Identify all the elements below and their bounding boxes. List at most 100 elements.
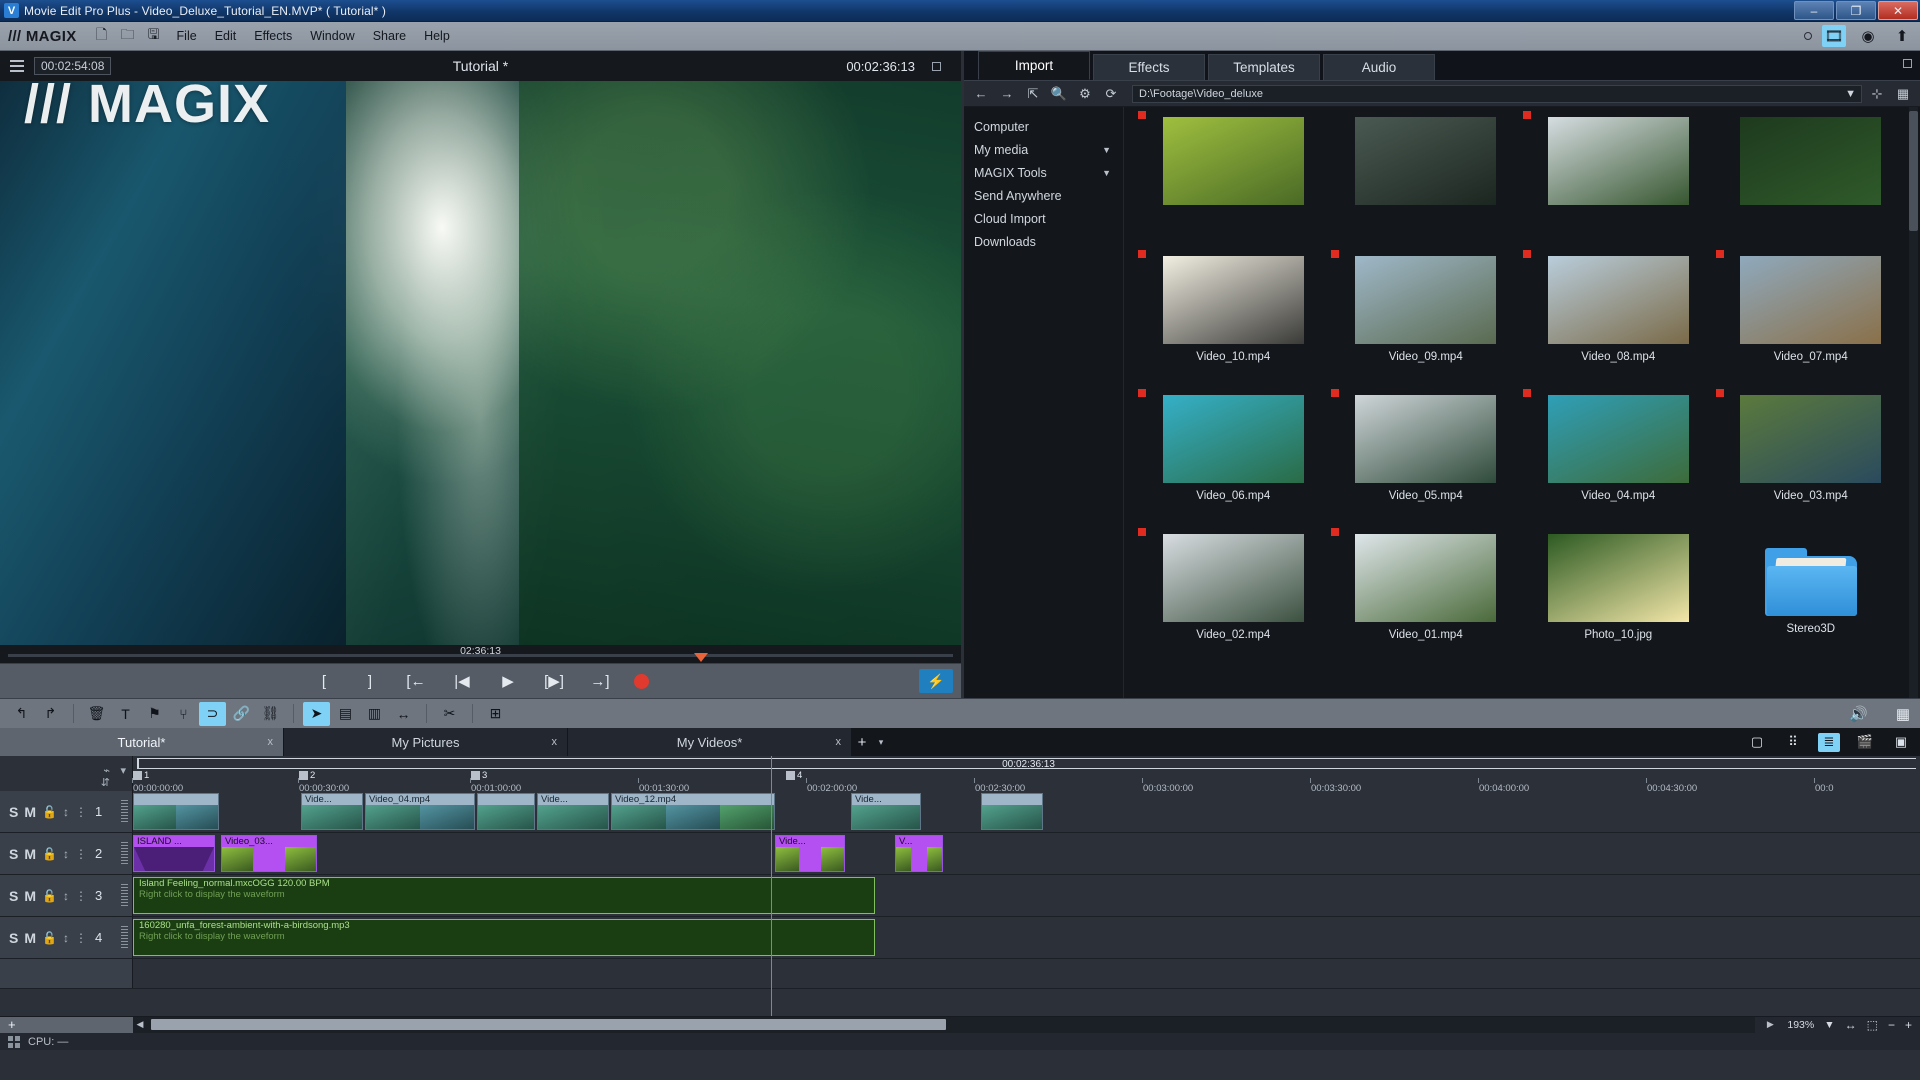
media-item[interactable]: Video_09.mp4 [1331,256,1522,391]
track-lane-3[interactable]: Island Feeling_normal.mxcOGG 120.00 BPMR… [133,875,1920,916]
tab-audio[interactable]: Audio [1323,54,1435,80]
menu-window[interactable]: Window [301,26,363,46]
fade-arrows-icon[interactable]: ⋮ [75,805,87,819]
fade-arrows-icon[interactable]: ⋮ [75,889,87,903]
mouse-select-tool[interactable]: ➤ [303,702,330,726]
export-upload-icon[interactable]: ⬆ [1890,25,1914,47]
track-solo-button[interactable]: S [9,930,18,946]
jump-to-start-button[interactable]: [← [404,670,428,692]
grid-view-icon[interactable]: ▦ [1892,84,1914,104]
insert-mode-icon[interactable]: ⇵ [101,776,110,789]
close-button[interactable]: ✕ [1878,1,1918,20]
back-arrow-icon[interactable]: ← [970,84,992,104]
media-item[interactable]: Video_07.mp4 [1716,256,1907,391]
record-dot-icon[interactable] [1804,32,1812,40]
video-clip[interactable]: Vide... [301,793,363,830]
media-item[interactable] [1523,117,1714,252]
track-lane-1[interactable]: Vide...Video_04.mp4Vide...Video_12.mp4Vi… [133,791,1920,832]
video-clip[interactable] [981,793,1043,830]
new-project-tab-button[interactable]: + [852,728,872,756]
media-pool-scroll-thumb[interactable] [1909,111,1918,231]
link-button[interactable]: 🔗 [228,702,255,726]
media-item[interactable]: Stereo3D [1716,534,1907,669]
sidebar-item-computer[interactable]: Computer [964,115,1123,138]
chevron-down-icon[interactable]: ▼ [1845,88,1856,100]
add-track-button[interactable]: ⊞ [482,702,509,726]
multicam-view-button[interactable]: 🎬 [1854,733,1876,752]
timeline-track-4[interactable]: SM🔓↕⋮4160280_unfa_forest-ambient-with-a-… [0,917,1920,959]
search-icon[interactable]: 🔍 [1048,84,1070,104]
close-icon[interactable]: x [268,736,274,748]
timeline-track-3[interactable]: SM🔓↕⋮3Island Feeling_normal.mxcOGG 120.0… [0,875,1920,917]
monitor-position-timecode[interactable]: 00:02:54:08 [34,57,111,75]
close-icon[interactable]: x [552,736,558,748]
overlay-clip[interactable]: Vide... [775,835,845,872]
project-tab-tutorial[interactable]: Tutorial* x [0,728,284,756]
scrollbar-thumb[interactable] [151,1019,946,1030]
zoom-out-button[interactable]: − [1888,1018,1895,1032]
zoom-level-value[interactable]: 193% [1787,1019,1814,1031]
media-item[interactable]: Video_10.mp4 [1138,256,1329,391]
video-clip[interactable]: Video_04.mp4 [365,793,475,830]
overlay-clip[interactable]: Video_03... [221,835,317,872]
cut-scissors-button[interactable]: ✂ [436,702,463,726]
open-folder-icon[interactable]: 🗀 [115,25,141,47]
storyboard-view-button[interactable]: ▢ [1746,733,1768,752]
fit-width-icon[interactable]: ↔ [1845,1018,1857,1032]
mixer-grid-icon[interactable]: ▦ [1896,705,1910,723]
media-item[interactable] [1138,117,1329,252]
zoom-selection-icon[interactable]: ⬚ [1867,1018,1878,1032]
track-lane-5[interactable] [133,959,1920,988]
track-solo-button[interactable]: S [9,846,18,862]
forward-arrow-icon[interactable]: → [996,84,1018,104]
lock-icon[interactable]: 🔓 [42,847,57,861]
audio-clip[interactable]: Island Feeling_normal.mxcOGG 120.00 BPMR… [133,877,875,914]
sidebar-item-send-anywhere[interactable]: Send Anywhere [964,184,1123,207]
fullscreen-view-button[interactable]: ▣ [1890,733,1912,752]
project-tab-my-pictures[interactable]: My Pictures x [284,728,568,756]
chevron-down-icon[interactable]: ▼ [1102,168,1111,178]
track-mute-button[interactable]: M [24,804,36,820]
sidebar-item-downloads[interactable]: Downloads [964,230,1123,253]
loop-button[interactable]: ⊃ [199,702,226,726]
track-header-5[interactable] [0,959,133,988]
fade-arrows-icon[interactable]: ⋮ [75,931,87,945]
sidebar-item-magix-tools[interactable]: MAGIX Tools ▼ [964,161,1123,184]
tab-effects[interactable]: Effects [1093,54,1205,80]
audio-mix-button[interactable]: ⑂ [170,702,197,726]
record-button[interactable] [634,674,649,689]
timeline-view-button[interactable]: ≣ [1818,733,1840,752]
menu-file[interactable]: File [168,26,206,46]
lock-icon[interactable]: 🔓 [42,931,57,945]
scene-overview-button[interactable]: ⠿ [1782,733,1804,752]
burn-disc-icon[interactable]: ◉ [1856,25,1880,47]
tab-import[interactable]: Import [978,51,1090,80]
tab-templates[interactable]: Templates [1208,54,1320,80]
track-solo-button[interactable]: S [9,888,18,904]
sidebar-item-cloud-import[interactable]: Cloud Import [964,207,1123,230]
timeline-ruler[interactable]: 00:02:36:13 123400:00:00:0000:00:30:0000… [133,756,1920,791]
scrub-playhead-marker[interactable] [694,653,708,662]
expand-square-icon[interactable] [932,62,941,71]
media-item[interactable]: Video_08.mp4 [1523,256,1714,391]
media-item[interactable]: Video_02.mp4 [1138,534,1329,669]
timeline-marker[interactable]: 4 [786,770,802,781]
track-header-4[interactable]: SM🔓↕⋮4 [0,917,133,958]
media-thumbnail-grid[interactable]: Video_10.mp4Video_09.mp4Video_08.mp4Vide… [1124,107,1920,698]
scroll-right-arrow[interactable]: ▶ [1763,1019,1777,1030]
redo-button[interactable]: ↱ [37,702,64,726]
refresh-icon[interactable]: ⟳ [1100,84,1122,104]
window-grid-icon[interactable] [8,1036,20,1048]
video-clip[interactable]: Video_12.mp4 [611,793,775,830]
path-field[interactable]: D:\Footage\Video_deluxe ▼ [1132,85,1862,103]
video-clip[interactable] [477,793,535,830]
monitor-menu-icon[interactable] [0,60,26,72]
add-track-plus-button[interactable]: + [0,1017,133,1033]
chevron-down-icon[interactable]: ▾ [872,728,890,756]
track-header-1[interactable]: SM🔓↕⋮1 [0,791,133,832]
monitor-video-view[interactable]: /// MAGIX [0,81,961,645]
fade-arrows-icon[interactable]: ⋮ [75,847,87,861]
timeline-track-2[interactable]: SM🔓↕⋮2ISLAND ...Video_03...Vide...V... [0,833,1920,875]
menu-help[interactable]: Help [415,26,459,46]
pool-expand-icon[interactable] [1903,59,1912,68]
